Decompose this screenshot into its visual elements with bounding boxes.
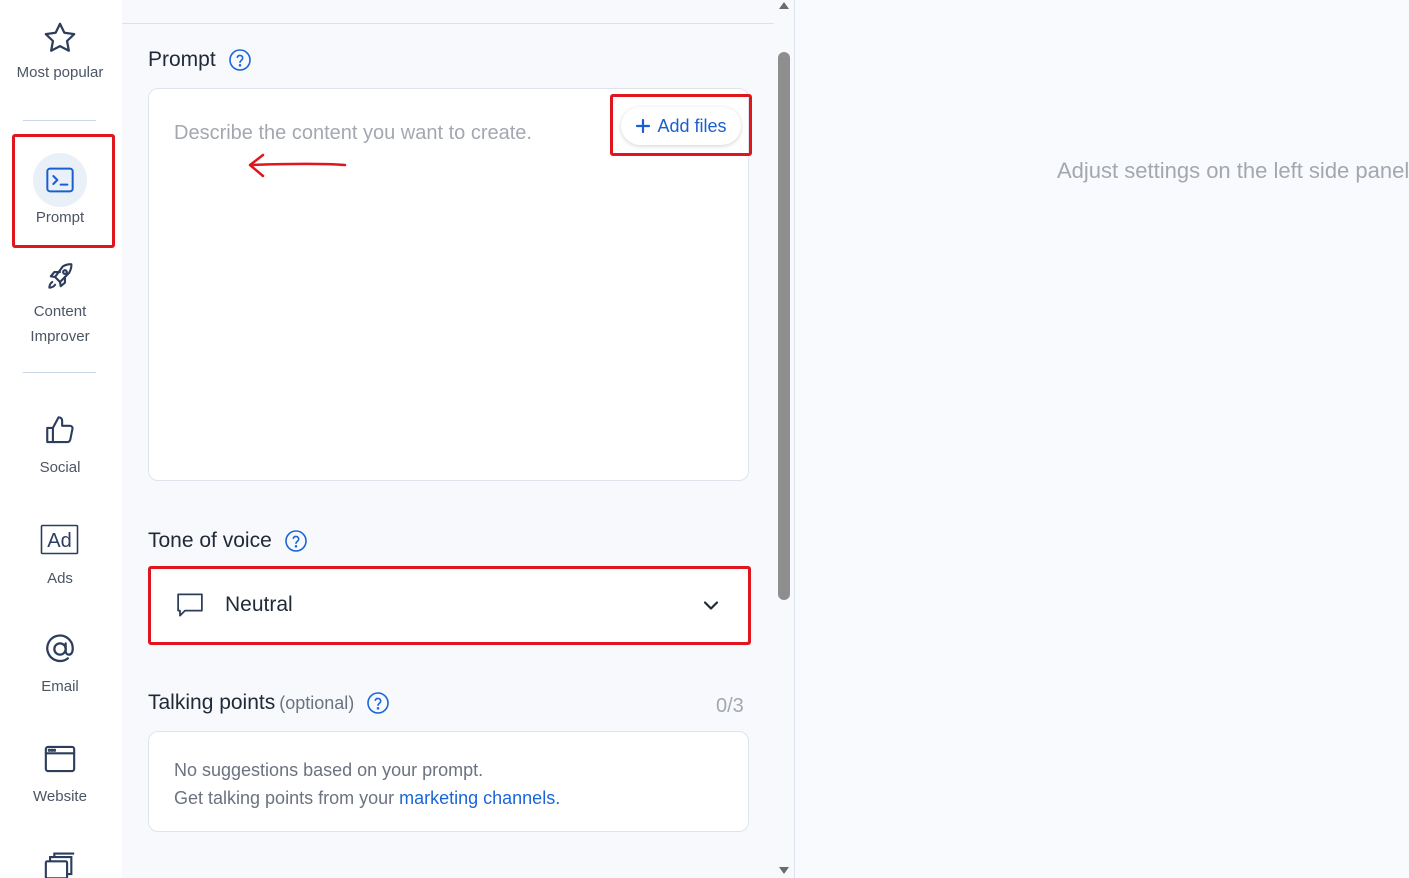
section-title-text: Talking points xyxy=(148,691,276,714)
terminal-icon xyxy=(46,167,74,193)
tone-section-title: Tone of voice xyxy=(148,529,308,553)
marketing-channels-link[interactable]: marketing channels. xyxy=(399,788,560,808)
sidebar-item-label: Most popular xyxy=(16,64,104,81)
speech-bubble-icon xyxy=(177,593,203,617)
help-icon[interactable] xyxy=(366,691,390,715)
prompt-section-title: Prompt xyxy=(148,48,252,72)
sidebar-item-label: Email xyxy=(41,678,79,695)
help-icon[interactable] xyxy=(228,48,252,72)
talking-points-empty-text: No suggestions based on your prompt. xyxy=(174,760,484,780)
sidebar-divider xyxy=(23,120,96,121)
add-files-label: Add files xyxy=(657,115,727,136)
tone-selected-value: Neutral xyxy=(225,593,293,616)
scroll-thumb[interactable] xyxy=(778,52,790,600)
prompt-textarea[interactable]: Describe the content you want to create. xyxy=(148,88,749,481)
sidebar-item-content-improver[interactable]: Content Improver xyxy=(0,260,120,349)
sidebar-item-prompt[interactable]: Prompt xyxy=(0,153,120,230)
talking-points-box: No suggestions based on your prompt. Get… xyxy=(148,731,749,832)
sidebar-item-label: Ads xyxy=(47,570,73,587)
section-title-text: Tone of voice xyxy=(148,529,272,552)
add-files-button[interactable]: Add files xyxy=(621,107,741,145)
optional-label: (optional) xyxy=(279,692,355,713)
rocket-icon xyxy=(48,263,73,289)
panel-scrollbar[interactable] xyxy=(774,0,794,878)
sidebar-divider xyxy=(23,372,96,373)
sidebar-item-most-popular[interactable]: Most popular xyxy=(0,20,120,85)
scroll-up-arrow-icon[interactable] xyxy=(777,0,791,10)
preview-empty-message: Adjust settings on the left side panel xyxy=(1057,158,1409,183)
help-icon[interactable] xyxy=(284,529,308,553)
tone-of-voice-select[interactable]: Neutral xyxy=(148,567,749,643)
talking-points-hint: Get talking points from your marketing c… xyxy=(174,784,723,812)
section-title-text: Prompt xyxy=(148,48,216,71)
prompt-placeholder: Describe the content you want to create. xyxy=(174,122,532,144)
thumbs-up-icon xyxy=(46,416,74,444)
plus-icon xyxy=(636,118,651,134)
scroll-down-arrow-icon[interactable] xyxy=(777,866,791,876)
sidebar-item-label: Prompt xyxy=(35,209,85,226)
sidebar-item-label: Website xyxy=(33,788,87,805)
svg-text:Ad: Ad xyxy=(47,530,71,552)
talking-points-hint-prefix: Get talking points from your xyxy=(174,788,400,808)
sidebar-item-email[interactable]: Email xyxy=(0,632,120,699)
sidebar-item-website[interactable]: Website xyxy=(0,742,120,809)
sidebar-item-ads[interactable]: Ad Ads xyxy=(0,524,120,591)
sidebar-item-label: Social xyxy=(39,459,81,476)
app-root: Most popular Prompt Content Improver Soc… xyxy=(0,0,1409,878)
at-sign-icon xyxy=(46,634,74,663)
sidebar-item-label: Improver xyxy=(30,328,90,345)
settings-panel: Prompt Describe the content you want to … xyxy=(122,0,774,878)
talking-points-section-title: Talking points (optional) xyxy=(148,691,390,715)
sidebar-item-label: Content xyxy=(33,303,87,320)
prompt-icon-background xyxy=(33,153,87,207)
preview-area: Adjust settings on the left side panel xyxy=(795,0,1409,878)
star-icon xyxy=(44,22,76,52)
stacked-windows-icon xyxy=(44,852,75,878)
sidebar-item-social[interactable]: Social xyxy=(0,413,120,480)
sidebar: Most popular Prompt Content Improver Soc… xyxy=(0,0,122,878)
talking-points-count: 0/3 xyxy=(716,695,744,717)
ad-icon: Ad xyxy=(40,524,79,555)
panel-top-divider xyxy=(122,23,774,24)
sidebar-item-more[interactable] xyxy=(0,850,120,878)
browser-window-icon xyxy=(44,745,76,773)
chevron-down-icon xyxy=(703,601,719,610)
annotation-arrow xyxy=(248,153,347,178)
